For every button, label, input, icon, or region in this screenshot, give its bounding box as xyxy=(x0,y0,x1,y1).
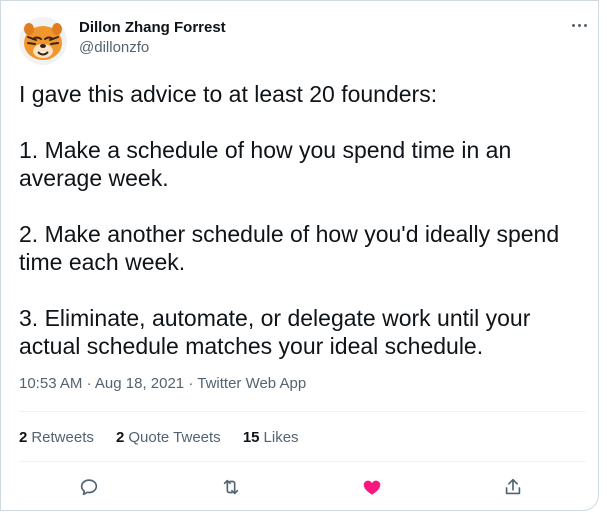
divider xyxy=(19,461,586,462)
quote-tweets-count: 2 xyxy=(116,429,125,446)
tweet-header: Dillon Zhang Forrest @dillonzfo xyxy=(19,17,589,65)
like-icon xyxy=(363,480,381,495)
author-handle[interactable]: @dillonzfo xyxy=(79,38,226,58)
tweet-paragraph: I gave this advice to at least 20 founde… xyxy=(19,81,438,107)
tweet-paragraph: 2. Make another schedule of how you'd id… xyxy=(19,221,560,275)
tweet-time[interactable]: 10:53 AM xyxy=(19,375,82,392)
reply-icon xyxy=(80,479,98,496)
tweet-paragraph: 1. Make a schedule of how you spend time… xyxy=(19,137,512,191)
retweets-count: 2 xyxy=(19,429,28,446)
tweet-paragraph: 3. Eliminate, automate, or delegate work… xyxy=(19,305,531,359)
retweets-stat[interactable]: 2 Retweets xyxy=(19,428,94,448)
meta-separator: · xyxy=(86,375,92,392)
retweets-label: Retweets xyxy=(31,429,94,446)
like-button[interactable] xyxy=(357,472,387,502)
quote-tweets-stat[interactable]: 2 Quote Tweets xyxy=(116,428,221,448)
author-display-name[interactable]: Dillon Zhang Forrest xyxy=(79,18,226,38)
tweet-actions xyxy=(1,472,600,502)
retweet-icon xyxy=(223,479,239,495)
likes-stat[interactable]: 15 Likes xyxy=(243,428,299,448)
tweet-stats: 2 Retweets 2 Quote Tweets 15 Likes xyxy=(19,428,317,448)
share-icon xyxy=(505,478,521,495)
retweet-button[interactable] xyxy=(216,472,246,502)
avatar[interactable] xyxy=(19,17,67,65)
quote-tweets-label: Quote Tweets xyxy=(128,429,221,446)
author-names: Dillon Zhang Forrest @dillonzfo xyxy=(79,18,226,58)
meta-separator: · xyxy=(188,375,194,392)
more-options-icon[interactable] xyxy=(571,21,589,31)
likes-label: Likes xyxy=(263,429,299,446)
likes-count: 15 xyxy=(242,429,260,446)
tiger-avatar-icon xyxy=(19,17,67,65)
tweet-meta: 10:53 AM · Aug 18, 2021 · Twitter Web Ap… xyxy=(19,374,306,394)
tweet-card: Dillon Zhang Forrest @dillonzfo I gave t… xyxy=(0,0,599,511)
tweet-text: I gave this advice to at least 20 founde… xyxy=(19,80,579,360)
divider xyxy=(19,411,586,412)
share-button[interactable] xyxy=(498,472,528,502)
tweet-date[interactable]: Aug 18, 2021 xyxy=(95,375,184,392)
reply-button[interactable] xyxy=(74,472,104,502)
tweet-source[interactable]: Twitter Web App xyxy=(197,375,306,392)
